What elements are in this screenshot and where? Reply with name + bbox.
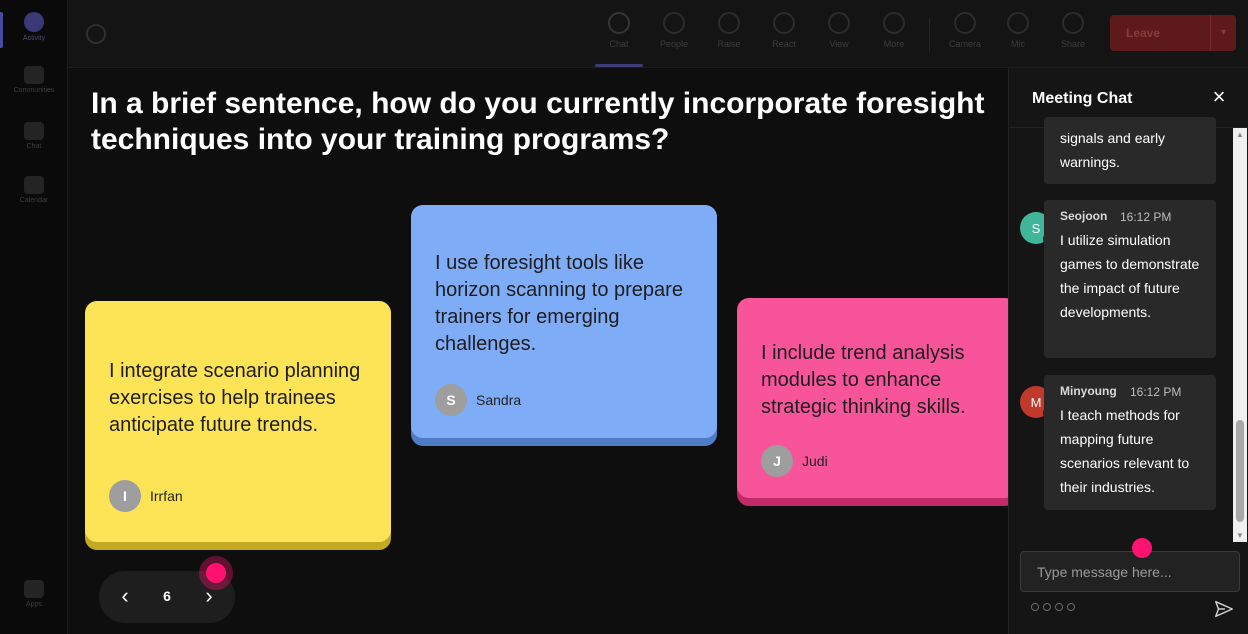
chat-message-input[interactable] <box>1020 551 1240 592</box>
shield-icon <box>86 24 106 44</box>
people-icon <box>663 12 685 34</box>
meeting-toolbar: Chat People Raise React View More Camera… <box>68 0 1248 68</box>
chat-timestamp: 16:12 PM <box>1120 210 1172 224</box>
toolbar-react-button[interactable]: React <box>760 12 808 49</box>
toolbar-mic-button[interactable]: Mic <box>994 12 1042 49</box>
chevron-down-icon[interactable]: ▾ <box>1210 15 1236 51</box>
close-icon[interactable]: × <box>1209 86 1229 108</box>
response-text: I integrate scenario planning exercises … <box>109 360 361 436</box>
previous-page-button[interactable]: ‹ <box>113 585 137 609</box>
chat-message-text: I teach methods for mapping future scena… <box>1060 407 1190 495</box>
toolbar-people-button[interactable]: People <box>650 12 698 49</box>
author-name: Irrfan <box>150 488 183 504</box>
rail-item-activity[interactable]: Activity <box>0 12 68 42</box>
response-card: I use foresight tools like horizon scann… <box>411 205 717 438</box>
chat-message: signals and early warnings. <box>1044 117 1216 184</box>
mic-icon <box>1007 12 1029 34</box>
presentation-stage: In a brief sentence, how do you currentl… <box>68 68 1008 634</box>
meeting-chat-panel: Meeting Chat × signals and early warning… <box>1008 68 1248 634</box>
rail-item-apps[interactable]: Apps <box>0 580 68 608</box>
chat-message: Seojoon 16:12 PM I utilize simulation ga… <box>1044 200 1216 358</box>
view-icon <box>828 12 850 34</box>
pointer-indicator <box>199 556 233 590</box>
avatar: J <box>761 445 793 477</box>
response-card: I integrate scenario planning exercises … <box>85 301 391 542</box>
author-name: Judi <box>802 453 828 469</box>
response-text: I use foresight tools like horizon scann… <box>435 252 683 355</box>
attach-icon[interactable] <box>1043 603 1051 611</box>
send-icon[interactable] <box>1213 598 1235 620</box>
chat-message-text: I utilize simulation games to demonstrat… <box>1060 232 1200 320</box>
page-number: 6 <box>163 588 171 604</box>
chat-timestamp: 16:12 PM <box>1130 385 1182 399</box>
toolbar-raise-button[interactable]: Raise <box>705 12 753 49</box>
chat-sender-name: Seojoon <box>1060 209 1108 223</box>
chat-icon <box>608 12 630 34</box>
response-text: I include trend analysis modules to enha… <box>761 342 966 418</box>
raise-hand-icon <box>718 12 740 34</box>
format-icon[interactable] <box>1031 603 1039 611</box>
toolbar-separator <box>929 18 930 52</box>
scrollbar-thumb[interactable] <box>1236 420 1244 522</box>
response-card: I include trend analysis modules to enha… <box>737 298 1008 498</box>
toolbar-camera-button[interactable]: Camera <box>941 12 989 49</box>
more-icon <box>883 12 905 34</box>
chat-formatting-tools <box>1031 603 1075 611</box>
chat-sender-name: Minyoung <box>1060 384 1117 398</box>
app-rail: Activity Communities Chat Calendar Apps <box>0 0 68 634</box>
toolbar-more-button[interactable]: More <box>870 12 918 49</box>
share-icon <box>1062 12 1084 34</box>
question-title: In a brief sentence, how do you currentl… <box>91 87 985 156</box>
response-author: S Sandra <box>435 384 521 416</box>
react-icon <box>773 12 795 34</box>
leave-button[interactable]: Leave ▾ <box>1110 15 1236 51</box>
toolbar-share-button[interactable]: Share <box>1049 12 1097 49</box>
scroll-down-icon[interactable]: ▼ <box>1235 531 1245 540</box>
pointer-indicator <box>1132 538 1152 558</box>
scroll-up-icon[interactable]: ▲ <box>1235 130 1245 139</box>
response-author: J Judi <box>761 445 828 477</box>
camera-icon <box>954 12 976 34</box>
activity-icon <box>24 12 44 32</box>
avatar: S <box>435 384 467 416</box>
chat-icon <box>24 122 44 140</box>
rail-item-calendar[interactable]: Calendar <box>0 176 68 204</box>
author-name: Sandra <box>476 392 522 408</box>
toolbar-active-indicator <box>595 64 643 67</box>
calendar-icon <box>24 176 44 194</box>
apps-icon <box>24 580 44 598</box>
chat-message-text: signals and early warnings. <box>1060 130 1166 170</box>
response-author: I Irrfan <box>109 480 183 512</box>
toolbar-view-button[interactable]: View <box>815 12 863 49</box>
toolbar-chat-button[interactable]: Chat <box>595 12 643 49</box>
communities-icon <box>24 66 44 84</box>
chat-message: Minyoung 16:12 PM I teach methods for ma… <box>1044 375 1216 510</box>
emoji-icon[interactable] <box>1055 603 1063 611</box>
chat-title: Meeting Chat <box>1032 90 1133 107</box>
gif-icon[interactable] <box>1067 603 1075 611</box>
rail-item-communities[interactable]: Communities <box>0 66 68 94</box>
chat-scrollbar[interactable]: ▲ ▼ <box>1233 128 1247 542</box>
avatar: I <box>109 480 141 512</box>
rail-item-chat[interactable]: Chat <box>0 122 68 150</box>
